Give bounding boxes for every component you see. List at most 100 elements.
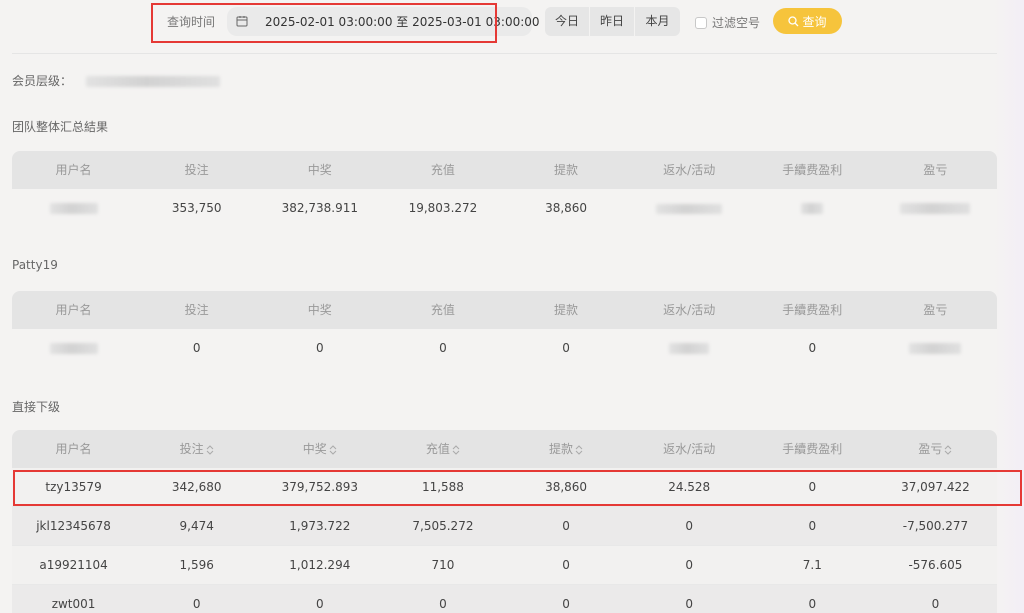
header-bet-label: 投注 xyxy=(179,442,204,456)
cell-rebate: 0 xyxy=(685,597,693,611)
cell-deposit: 710 xyxy=(431,558,455,572)
summary-table: 用户名 投注 中奖 充值 提款 返水/活动 手續费盈利 盈亏 353,750 3… xyxy=(12,151,997,227)
table-row[interactable]: a19921104 1,596 1,012.294 710 0 0 7.1 -5… xyxy=(12,546,997,585)
cell-bet: 0 xyxy=(192,597,201,611)
patty-table: 用户名 投注 中奖 充值 提款 返水/活动 手續费盈利 盈亏 0 0 0 0 0 xyxy=(12,291,997,367)
cell-username: a19921104 xyxy=(39,558,108,572)
cell-fee-profit: 0 xyxy=(808,341,817,355)
cell-rebate xyxy=(628,189,751,227)
redacted-value xyxy=(49,203,98,214)
query-button[interactable]: 查询 xyxy=(773,8,842,34)
header-bet: 投注 xyxy=(184,163,209,177)
header-win: 中奖 xyxy=(307,303,332,317)
redacted-value xyxy=(656,203,723,214)
header-win-sortable[interactable]: 中奖 xyxy=(258,430,381,468)
cell-profit-loss xyxy=(874,189,997,227)
cell-profit-loss: -7,500.277 xyxy=(902,519,969,533)
cell-fee-profit xyxy=(751,189,874,227)
header-profit-loss-sortable[interactable]: 盈亏 xyxy=(874,430,997,468)
direct-table-header: 用户名 投注 中奖 充值 提款 返水/活动 手續费盈利 盈亏 xyxy=(12,430,997,468)
table-row[interactable]: jkl12345678 9,474 1,973.722 7,505.272 0 … xyxy=(12,507,997,546)
header-withdraw: 提款 xyxy=(554,303,579,317)
header-rebate: 返水/活动 xyxy=(663,303,716,317)
direct-title: 直接下级 xyxy=(12,400,61,414)
cell-fee-profit: 0 xyxy=(808,519,817,533)
cell-win: 0 xyxy=(315,341,324,355)
cell-win: 1,012.294 xyxy=(289,558,351,572)
header-profit-loss-label: 盈亏 xyxy=(918,442,943,456)
header-username: 用户名 xyxy=(55,442,92,456)
header-deposit-sortable[interactable]: 充值 xyxy=(381,430,504,468)
header-deposit: 充值 xyxy=(430,303,455,317)
header-bet-sortable[interactable]: 投注 xyxy=(135,430,258,468)
cell-username xyxy=(12,329,135,367)
header-fee-profit: 手續费盈利 xyxy=(782,303,843,317)
cell-profit-loss: -576.605 xyxy=(908,558,963,572)
header-rebate: 返水/活动 xyxy=(663,442,716,456)
header-withdraw-label: 提款 xyxy=(549,442,574,456)
redacted-value xyxy=(669,343,710,354)
header-deposit-label: 充值 xyxy=(425,442,450,456)
cell-deposit: 19,803.272 xyxy=(408,201,478,215)
cell-bet: 353,750 xyxy=(171,201,222,215)
cell-win: 382,738.911 xyxy=(281,201,358,215)
header-fee-profit: 手續费盈利 xyxy=(782,442,843,456)
header-win: 中奖 xyxy=(307,163,332,177)
cell-username: jkl12345678 xyxy=(36,519,111,533)
header-deposit: 充值 xyxy=(430,163,455,177)
page-edge-gradient xyxy=(994,0,1024,613)
row-highlight-box xyxy=(13,470,1022,506)
cell-profit-loss xyxy=(874,329,997,367)
sort-icon xyxy=(206,444,214,455)
filter-empty-label: 过滤空号 xyxy=(712,16,761,30)
toolbar-divider xyxy=(12,53,997,54)
member-level-label: 会员层级： xyxy=(12,74,73,88)
redacted-value xyxy=(49,343,98,354)
header-rebate: 返水/活动 xyxy=(663,163,716,177)
this-month-button[interactable]: 本月 xyxy=(635,7,680,36)
redacted-value xyxy=(909,343,962,354)
cell-username: zwt001 xyxy=(51,597,96,611)
today-button[interactable]: 今日 xyxy=(545,7,590,36)
table-row: 353,750 382,738.911 19,803.272 38,860 xyxy=(12,189,997,227)
query-button-label: 查询 xyxy=(802,14,827,29)
table-row: 0 0 0 0 0 xyxy=(12,329,997,367)
redacted-value xyxy=(900,203,971,214)
header-bet: 投注 xyxy=(184,303,209,317)
cell-fee-profit: 0 xyxy=(808,597,817,611)
quick-date-group: 今日 昨日 本月 xyxy=(545,7,680,36)
sort-icon xyxy=(452,444,460,455)
summary-title: 团队整体汇总結果 xyxy=(12,120,109,134)
cell-bet: 0 xyxy=(192,341,201,355)
table-row[interactable]: zwt001 0 0 0 0 0 0 0 xyxy=(12,585,997,613)
cell-profit-loss: 0 xyxy=(931,597,940,611)
filter-empty-toggle[interactable]: 过滤空号 xyxy=(695,14,760,31)
header-withdraw-sortable[interactable]: 提款 xyxy=(505,430,628,468)
yesterday-button[interactable]: 昨日 xyxy=(590,7,635,36)
cell-deposit: 0 xyxy=(439,341,447,355)
cell-withdraw: 0 xyxy=(562,558,570,572)
direct-table: 用户名 投注 中奖 充值 提款 返水/活动 手續费盈利 盈亏 tzy13579 … xyxy=(12,430,997,613)
cell-withdraw: 0 xyxy=(562,341,570,355)
sort-icon xyxy=(575,444,583,455)
header-username: 用户名 xyxy=(55,163,92,177)
filter-empty-checkbox[interactable] xyxy=(695,16,707,29)
cell-withdraw: 0 xyxy=(562,597,570,611)
cell-deposit: 0 xyxy=(439,597,447,611)
patty-title: Patty19 xyxy=(12,258,58,272)
summary-table-header: 用户名 投注 中奖 充值 提款 返水/活动 手續费盈利 盈亏 xyxy=(12,151,997,189)
header-withdraw: 提款 xyxy=(554,163,579,177)
cell-rebate: 0 xyxy=(685,558,693,572)
cell-withdraw: 0 xyxy=(562,519,570,533)
cell-rebate: 0 xyxy=(685,519,693,533)
cell-win: 1,973.722 xyxy=(289,519,351,533)
patty-table-header: 用户名 投注 中奖 充值 提款 返水/活动 手續费盈利 盈亏 xyxy=(12,291,997,329)
header-fee-profit: 手續费盈利 xyxy=(782,163,843,177)
cell-deposit: 7,505.272 xyxy=(412,519,474,533)
member-level-redacted xyxy=(85,76,220,87)
header-profit-loss: 盈亏 xyxy=(923,163,948,177)
header-win-label: 中奖 xyxy=(302,442,327,456)
cell-bet: 9,474 xyxy=(179,519,214,533)
redacted-value xyxy=(801,203,824,214)
cell-withdraw: 38,860 xyxy=(545,201,588,215)
